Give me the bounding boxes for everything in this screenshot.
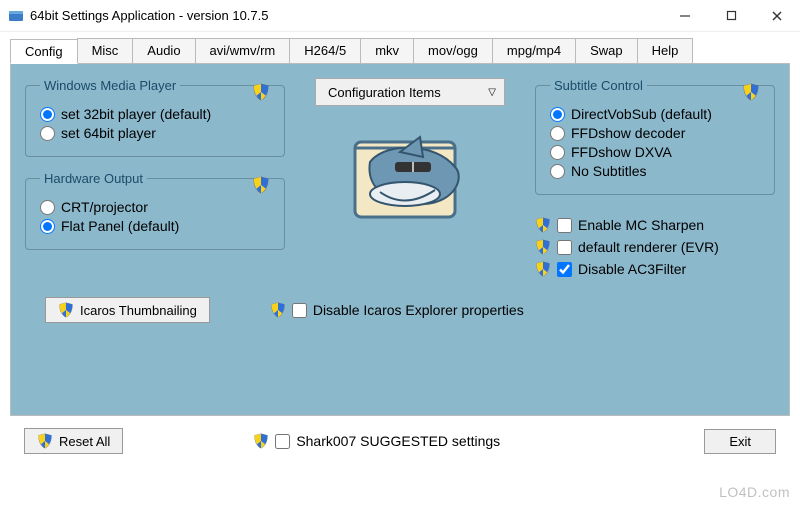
- disable-icaros-explorer-option[interactable]: Disable Icaros Explorer properties: [270, 302, 524, 318]
- config-items-dropdown[interactable]: Configuration Items ▽: [315, 78, 505, 106]
- minimize-button[interactable]: [662, 1, 708, 31]
- shield-icon: [535, 239, 551, 255]
- shield-icon: [535, 217, 551, 233]
- crt-radio[interactable]: [40, 200, 55, 215]
- crt-option[interactable]: CRT/projector: [40, 199, 270, 215]
- disable-ac3-label: Disable AC3Filter: [578, 261, 686, 277]
- wmp-64bit-option[interactable]: set 64bit player: [40, 125, 270, 141]
- exit-label: Exit: [729, 434, 751, 449]
- flat-panel-radio[interactable]: [40, 219, 55, 234]
- reset-all-label: Reset All: [59, 434, 110, 449]
- tab-misc[interactable]: Misc: [77, 38, 134, 63]
- no-subtitles-radio[interactable]: [550, 164, 565, 179]
- shark-logo: [345, 122, 475, 232]
- disable-icaros-explorer-checkbox[interactable]: [292, 303, 307, 318]
- ffdshow-dxva-label: FFDshow DXVA: [571, 144, 672, 160]
- config-panel: Windows Media Player set 32bit player (d…: [10, 64, 790, 416]
- disable-icaros-explorer-label: Disable Icaros Explorer properties: [313, 302, 524, 318]
- window-title: 64bit Settings Application - version 10.…: [30, 8, 662, 23]
- tab-config[interactable]: Config: [10, 39, 78, 64]
- disable-ac3-checkbox[interactable]: [557, 262, 572, 277]
- minimize-icon: [679, 10, 691, 22]
- shield-icon: [252, 83, 270, 101]
- tab-strip: ConfigMiscAudioavi/wmv/rmH264/5mkvmov/og…: [10, 38, 790, 64]
- default-renderer-label: default renderer (EVR): [578, 239, 719, 255]
- maximize-icon: [726, 10, 737, 21]
- default-renderer-checkbox[interactable]: [557, 240, 572, 255]
- close-button[interactable]: [754, 1, 800, 31]
- suggested-settings-checkbox[interactable]: [275, 434, 290, 449]
- suggested-settings-label: Shark007 SUGGESTED settings: [296, 433, 500, 449]
- shield-icon: [270, 302, 286, 318]
- mc-sharpen-option[interactable]: Enable MC Sharpen: [535, 217, 775, 233]
- shield-icon: [58, 302, 74, 318]
- icaros-btn-label: Icaros Thumbnailing: [80, 303, 197, 318]
- config-items-label: Configuration Items: [328, 85, 441, 100]
- wmp-64bit-radio[interactable]: [40, 126, 55, 141]
- tab-mov-ogg[interactable]: mov/ogg: [413, 38, 493, 63]
- shield-icon: [253, 433, 269, 449]
- shield-icon: [252, 176, 270, 194]
- directvobsub-option[interactable]: DirectVobSub (default): [550, 106, 760, 122]
- mc-sharpen-label: Enable MC Sharpen: [578, 217, 704, 233]
- ffdshow-decoder-radio[interactable]: [550, 126, 565, 141]
- tab-audio[interactable]: Audio: [132, 38, 195, 63]
- reset-all-button[interactable]: Reset All: [24, 428, 123, 454]
- hardware-output-group: Hardware Output CRT/projector Flat Panel…: [25, 171, 285, 250]
- chevron-down-icon: ▽: [488, 87, 496, 98]
- tab-avi-wmv-rm[interactable]: avi/wmv/rm: [195, 38, 291, 63]
- suggested-settings-option[interactable]: Shark007 SUGGESTED settings: [253, 433, 500, 449]
- exit-button[interactable]: Exit: [704, 429, 776, 454]
- ffdshow-decoder-option[interactable]: FFDshow decoder: [550, 125, 760, 141]
- directvobsub-label: DirectVobSub (default): [571, 106, 712, 122]
- wmp-group: Windows Media Player set 32bit player (d…: [25, 78, 285, 157]
- default-renderer-option[interactable]: default renderer (EVR): [535, 239, 775, 255]
- subtitle-legend: Subtitle Control: [550, 78, 647, 93]
- flat-panel-label: Flat Panel (default): [61, 218, 179, 234]
- app-icon: [8, 8, 24, 24]
- mc-sharpen-checkbox[interactable]: [557, 218, 572, 233]
- wmp-legend: Windows Media Player: [40, 78, 180, 93]
- ffdshow-decoder-label: FFDshow decoder: [571, 125, 685, 141]
- shield-icon: [37, 433, 53, 449]
- tab-mkv[interactable]: mkv: [360, 38, 414, 63]
- ffdshow-dxva-option[interactable]: FFDshow DXVA: [550, 144, 760, 160]
- hardware-output-legend: Hardware Output: [40, 171, 147, 186]
- no-subtitles-option[interactable]: No Subtitles: [550, 163, 760, 179]
- wmp-32bit-option[interactable]: set 32bit player (default): [40, 106, 270, 122]
- close-icon: [771, 10, 783, 22]
- shield-icon: [535, 261, 551, 277]
- shield-icon: [742, 83, 760, 101]
- maximize-button[interactable]: [708, 1, 754, 31]
- directvobsub-radio[interactable]: [550, 107, 565, 122]
- tab-mpg-mp4[interactable]: mpg/mp4: [492, 38, 576, 63]
- tab-help[interactable]: Help: [637, 38, 694, 63]
- flat-panel-option[interactable]: Flat Panel (default): [40, 218, 270, 234]
- subtitle-control-group: Subtitle Control DirectVobSub (default) …: [535, 78, 775, 195]
- watermark: LO4D.com: [719, 484, 790, 500]
- tab-h264-5[interactable]: H264/5: [289, 38, 361, 63]
- wmp-32bit-label: set 32bit player (default): [61, 106, 211, 122]
- tab-swap[interactable]: Swap: [575, 38, 638, 63]
- disable-ac3-option[interactable]: Disable AC3Filter: [535, 261, 775, 277]
- ffdshow-dxva-radio[interactable]: [550, 145, 565, 160]
- wmp-32bit-radio[interactable]: [40, 107, 55, 122]
- icaros-thumbnailing-button[interactable]: Icaros Thumbnailing: [45, 297, 210, 323]
- wmp-64bit-label: set 64bit player: [61, 125, 156, 141]
- crt-label: CRT/projector: [61, 199, 148, 215]
- no-subtitles-label: No Subtitles: [571, 163, 646, 179]
- titlebar: 64bit Settings Application - version 10.…: [0, 0, 800, 32]
